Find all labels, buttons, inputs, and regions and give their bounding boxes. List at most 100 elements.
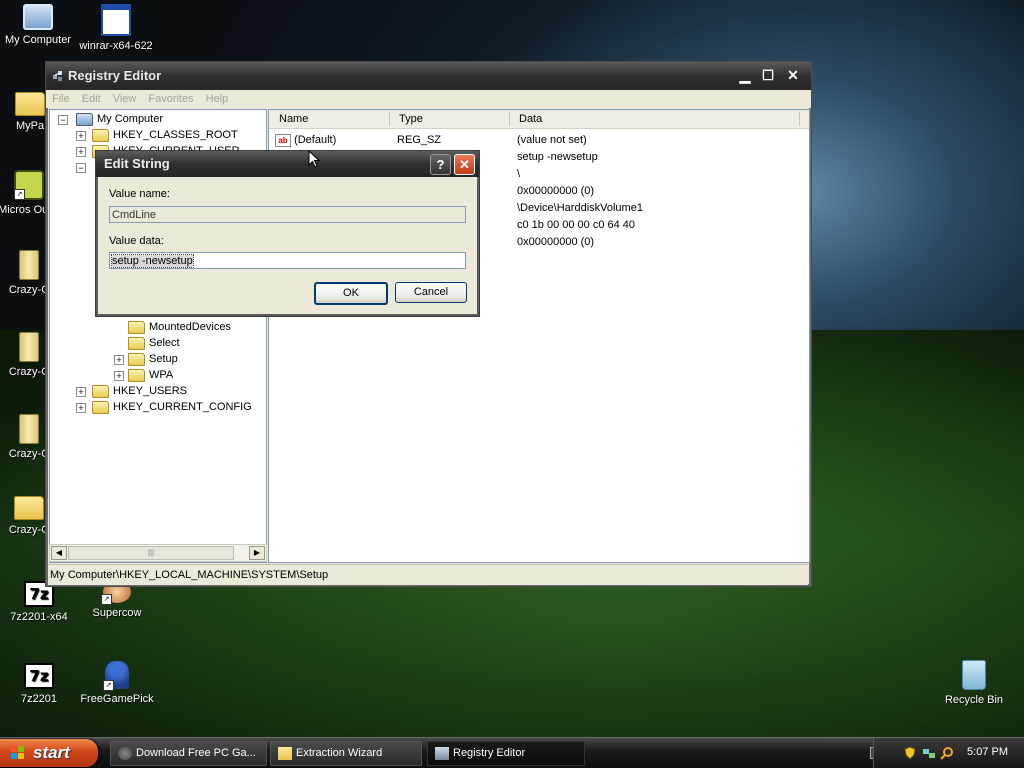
expand-icon[interactable]: +: [76, 131, 86, 141]
menu-file[interactable]: File: [46, 90, 76, 105]
mouse-cursor-icon: [308, 150, 320, 168]
taskbar: start Download Free PC Ga... Extraction …: [0, 737, 1024, 768]
registry-editor-window[interactable]: Registry Editor ▁ ☐ ✕ File Edit View Favori…: [45, 61, 812, 587]
column-divider: [799, 112, 800, 126]
expand-icon[interactable]: +: [114, 371, 124, 381]
value-data-input[interactable]: setup -newsetup: [109, 252, 466, 269]
tree-item-mounteddevices[interactable]: MountedDevices: [128, 319, 231, 335]
tree-item-hkcr[interactable]: HKEY_CLASSES_ROOT: [92, 127, 238, 143]
desktop-icon-7z2201[interactable]: 7z 7z2201: [1, 663, 77, 705]
window-titlebar[interactable]: Registry Editor ▁ ☐ ✕: [46, 62, 811, 90]
tree-horizontal-scrollbar[interactable]: ◀ ||| ▶: [49, 544, 267, 562]
value-data: (value not set): [517, 134, 587, 146]
tree-item-wpa[interactable]: WPA: [128, 367, 173, 383]
desktop-icon-label: 7z2201-x64: [10, 611, 68, 623]
zip-file-icon: [19, 414, 39, 444]
folder-icon: [128, 320, 145, 334]
desktop-icon-winrar[interactable]: winrar-x64-622: [78, 4, 154, 52]
tree-item-label: HKEY_USERS: [113, 385, 187, 397]
scroll-left-icon[interactable]: ◀: [51, 546, 67, 560]
search-icon[interactable]: [940, 746, 954, 760]
edit-string-dialog[interactable]: Edit String ? ✕ Value name: CmdLine Valu…: [95, 150, 480, 317]
menu-help[interactable]: Help: [200, 90, 235, 105]
dialog-close-button[interactable]: ✕: [454, 154, 475, 175]
menu-edit[interactable]: Edit: [76, 90, 107, 105]
system-tray: 5:07 PM: [873, 738, 1024, 768]
desktop-icon-label: Recycle Bin: [944, 694, 1004, 706]
scroll-right-icon[interactable]: ▶: [249, 546, 265, 560]
taskbar-item-label: Download Free PC Ga...: [136, 747, 256, 759]
shortcut-arrow-icon: ↗: [101, 594, 112, 605]
start-button[interactable]: start: [0, 739, 98, 767]
value-name: (Default): [294, 134, 337, 146]
folder-icon: [278, 746, 292, 760]
taskbar-item-label: Extraction Wizard: [296, 747, 383, 759]
value-type: REG_SZ: [397, 134, 442, 146]
expand-icon[interactable]: +: [76, 403, 86, 413]
folder-icon: [92, 128, 109, 142]
recycle-bin-icon: [962, 660, 986, 690]
dialog-title: Edit String: [104, 156, 170, 171]
windows-logo-icon: [11, 746, 24, 759]
taskbar-item-extraction-wizard[interactable]: Extraction Wizard: [270, 741, 422, 766]
desktop-icon-recycle-bin[interactable]: Recycle Bin: [936, 660, 1012, 706]
value-data: \Device\HarddiskVolume1: [517, 202, 643, 214]
expand-icon[interactable]: +: [76, 387, 86, 397]
tree-item-label: WPA: [149, 369, 174, 381]
7zip-icon: 7z: [24, 663, 54, 689]
taskbar-item-registry-editor[interactable]: Registry Editor: [427, 741, 585, 766]
clock[interactable]: 5:07 PM: [967, 746, 1008, 758]
desktop-icon-my-computer[interactable]: My Computer: [0, 4, 76, 46]
value-data: 0x00000000 (0): [517, 185, 595, 197]
expand-icon[interactable]: +: [114, 355, 124, 365]
tree-item-label: MountedDevices: [149, 321, 231, 333]
zip-file-icon: [19, 332, 39, 362]
desktop-icon-7z2201-x64[interactable]: 7z 7z2201-x64: [1, 581, 77, 623]
folder-icon: [92, 400, 109, 414]
tree-item-setup[interactable]: Setup: [128, 351, 178, 367]
regedit-icon: [53, 71, 62, 81]
menu-view[interactable]: View: [107, 90, 143, 105]
column-header-data[interactable]: Data: [519, 113, 542, 125]
column-header-type[interactable]: Type: [399, 113, 423, 125]
tree-item-hkcc[interactable]: HKEY_CURRENT_CONFIG: [92, 399, 252, 415]
network-icon[interactable]: [922, 746, 936, 760]
menu-favorites[interactable]: Favorites: [142, 90, 199, 105]
zip-file-icon: [19, 250, 39, 280]
column-divider: [509, 112, 510, 126]
collapse-icon[interactable]: −: [58, 115, 68, 125]
taskbar-item-browser[interactable]: Download Free PC Ga...: [110, 741, 267, 766]
help-button[interactable]: ?: [430, 154, 451, 175]
minimize-button[interactable]: ▁: [735, 66, 755, 86]
tree-item-hku[interactable]: HKEY_USERS: [92, 383, 187, 399]
maximize-button[interactable]: ☐: [758, 66, 778, 86]
tree-item-my-computer[interactable]: My Computer: [76, 111, 163, 127]
collapse-icon[interactable]: −: [76, 163, 86, 173]
ok-button[interactable]: OK: [314, 282, 388, 305]
scrollbar-thumb[interactable]: |||: [68, 546, 234, 560]
list-item[interactable]: ab (Default): [275, 132, 336, 149]
desktop-icon-freegamepick[interactable]: ↗ FreeGamePick: [79, 661, 155, 705]
expand-icon[interactable]: +: [76, 147, 86, 157]
value-data-text: setup -newsetup: [111, 254, 194, 268]
folder-icon: [14, 496, 44, 520]
tree-item-label: Setup: [149, 353, 178, 365]
shortcut-arrow-icon: ↗: [14, 189, 25, 200]
taskbar-item-label: Registry Editor: [453, 747, 526, 759]
column-header-name[interactable]: Name: [279, 113, 308, 125]
value-data: \: [517, 168, 521, 180]
cancel-button[interactable]: Cancel: [395, 282, 467, 303]
tree-item-label: HKEY_CURRENT_CONFIG: [113, 401, 252, 413]
shield-icon[interactable]: [904, 746, 916, 760]
window-title: Registry Editor: [68, 68, 162, 83]
dialog-titlebar[interactable]: Edit String ? ✕: [96, 151, 479, 177]
list-header: Name Type Data: [269, 110, 809, 129]
tree-item-select[interactable]: Select: [128, 335, 180, 351]
folder-icon: [128, 336, 145, 350]
folder-icon: [15, 92, 45, 116]
window-icon: [101, 4, 131, 36]
tree-item-label: HKEY_CLASSES_ROOT: [113, 129, 238, 141]
close-button[interactable]: ✕: [783, 66, 803, 86]
tree-item-label: Select: [149, 337, 180, 349]
status-bar: My Computer\HKEY_LOCAL_MACHINE\SYSTEM\Se…: [48, 564, 808, 585]
